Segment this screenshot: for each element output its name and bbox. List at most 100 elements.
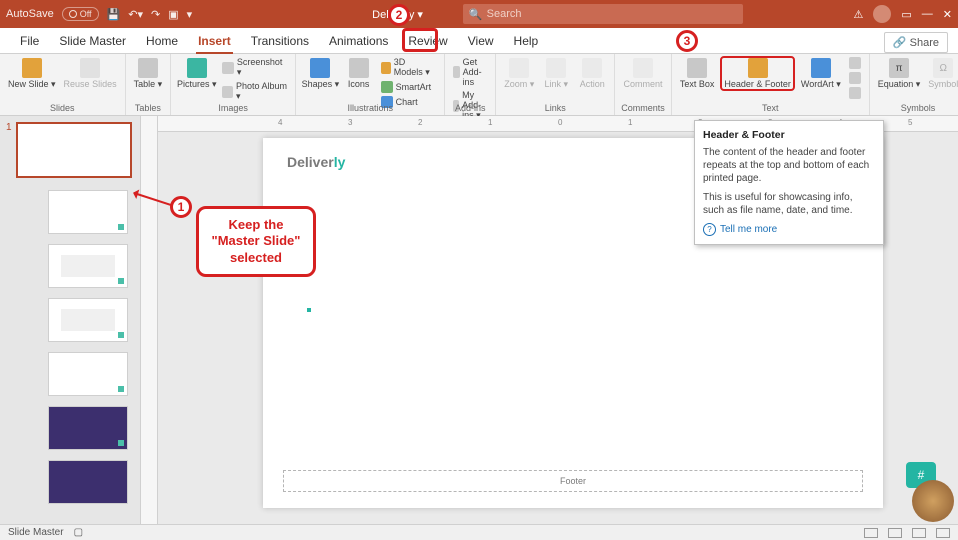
tab-file[interactable]: File [10,30,49,53]
tooltip-tell-me-more[interactable]: Tell me more [703,223,875,236]
reuse-slides-button: Reuse Slides [62,56,119,89]
table-button[interactable]: Table ▾ [132,56,165,89]
master-slide-number: 1 [6,122,12,133]
ribbon-display-icon[interactable]: ▭ [901,8,911,21]
photo-album-icon [222,86,233,98]
equation-button[interactable]: πEquation ▾ [876,56,923,89]
group-label-images: Images [218,103,248,115]
autosave-label: AutoSave [6,8,54,20]
master-slide-thumbnail[interactable] [16,122,132,178]
normal-view-button[interactable] [864,528,878,538]
smartart-button[interactable]: SmartArt [379,80,434,94]
header-footer-tooltip: Header & Footer The content of the heade… [694,120,884,245]
photo-album-button[interactable]: Photo Album ▾ [220,80,289,103]
layout-thumbnail-5[interactable] [48,406,128,450]
3d-models-button[interactable]: 3D Models ▾ [379,56,439,79]
slideshow-view-button[interactable] [936,528,950,538]
comment-icon [633,58,653,78]
action-button: Action [576,56,608,89]
tooltip-para2: This is useful for showcasing info, such… [703,191,875,217]
layout-thumbnail-3[interactable] [48,298,128,342]
layout-thumbnail-1[interactable] [48,190,128,234]
group-label-links: Links [545,103,566,115]
tooltip-title: Header & Footer [703,129,875,141]
wordart-icon [811,58,831,78]
group-label-illustrations: Illustrations [347,103,393,115]
get-addins-button: Get Add-ins [451,56,489,88]
symbol-button: ΩSymbol [926,56,958,89]
search-input[interactable] [487,8,737,20]
link-button: Link ▾ [540,56,572,89]
close-icon[interactable]: ✕ [943,8,952,21]
status-icon: ▢ [74,527,83,538]
tab-slide-master[interactable]: Slide Master [49,30,136,53]
sorter-view-button[interactable] [888,528,902,538]
equation-icon: π [889,58,909,78]
new-slide-button[interactable]: New Slide ▾ [6,56,58,89]
action-icon [582,58,602,78]
group-tables: Table ▾ Tables [126,54,172,115]
group-illustrations: Shapes ▾ Icons 3D Models ▾ SmartArt Char… [296,54,445,115]
date-time-button[interactable] [847,56,863,70]
status-mode: Slide Master [8,527,64,538]
shapes-button[interactable]: Shapes ▾ [302,56,338,89]
wordart-button[interactable]: WordArt ▾ [799,56,843,89]
pictures-icon [187,58,207,78]
tab-animations[interactable]: Animations [319,30,398,53]
table-icon [138,58,158,78]
slide-bullet [307,308,311,312]
minimize-icon[interactable]: — [922,8,933,20]
screenshot-button[interactable]: Screenshot ▾ [220,56,289,79]
share-button[interactable]: 🔗 Share [884,32,948,53]
smartart-icon [381,81,393,93]
callout-1: 1 [170,196,192,218]
icons-button[interactable]: Icons [343,56,375,89]
user-avatar[interactable] [873,5,891,23]
group-images: Pictures ▾ Screenshot ▾ Photo Album ▾ Im… [171,54,296,115]
group-label-text: Text [762,103,779,115]
watermark-logo [912,480,954,522]
slide-brand: Deliverly [287,154,345,170]
vertical-ruler [140,116,158,524]
tab-home[interactable]: Home [136,30,188,53]
group-label-symbols: Symbols [901,103,936,115]
tab-transitions[interactable]: Transitions [241,30,319,53]
group-slides: New Slide ▾ Reuse Slides Slides [0,54,126,115]
3d-models-icon [381,62,391,74]
search-box[interactable]: 🔍 [463,4,743,24]
tab-view[interactable]: View [458,30,504,53]
title-right: ⚠ ▭ — ✕ [854,5,953,23]
layout-thumbnail-2[interactable] [48,244,128,288]
qat-dropdown-icon[interactable]: ▾ [187,8,193,21]
layout-thumbnail-4[interactable] [48,352,128,396]
group-label-tables: Tables [135,103,161,115]
warning-icon[interactable]: ⚠ [854,8,864,21]
pictures-button[interactable]: Pictures ▾ [177,56,216,89]
reuse-slides-icon [80,58,100,78]
save-icon[interactable]: 💾 [107,8,121,21]
slideshow-icon[interactable]: ▣ [168,8,178,21]
date-time-icon [849,57,861,69]
text-box-icon [687,58,707,78]
slide-number-button[interactable] [847,71,863,85]
header-footer-button[interactable]: Header & Footer [720,56,795,91]
reading-view-button[interactable] [912,528,926,538]
text-box-button[interactable]: Text Box [678,56,717,89]
autosave-toggle[interactable]: Off [62,7,99,21]
object-button[interactable] [847,86,863,100]
tooltip-para1: The content of the header and footer rep… [703,146,875,185]
group-comments: Comment Comments [615,54,672,115]
search-icon: 🔍 [469,8,483,21]
symbol-icon: Ω [933,58,953,78]
slide-number-icon [849,72,861,84]
tab-insert[interactable]: Insert [188,30,241,53]
zoom-icon [509,58,529,78]
get-addins-icon [453,66,459,78]
slide-footer-placeholder[interactable]: Footer [283,470,863,492]
layout-thumbnail-6[interactable] [48,460,128,504]
link-icon [546,58,566,78]
group-symbols: πEquation ▾ ΩSymbol Symbols [870,54,958,115]
tab-help[interactable]: Help [504,30,549,53]
redo-icon[interactable]: ↷ [151,8,160,21]
undo-icon[interactable]: ↶▾ [128,8,143,21]
